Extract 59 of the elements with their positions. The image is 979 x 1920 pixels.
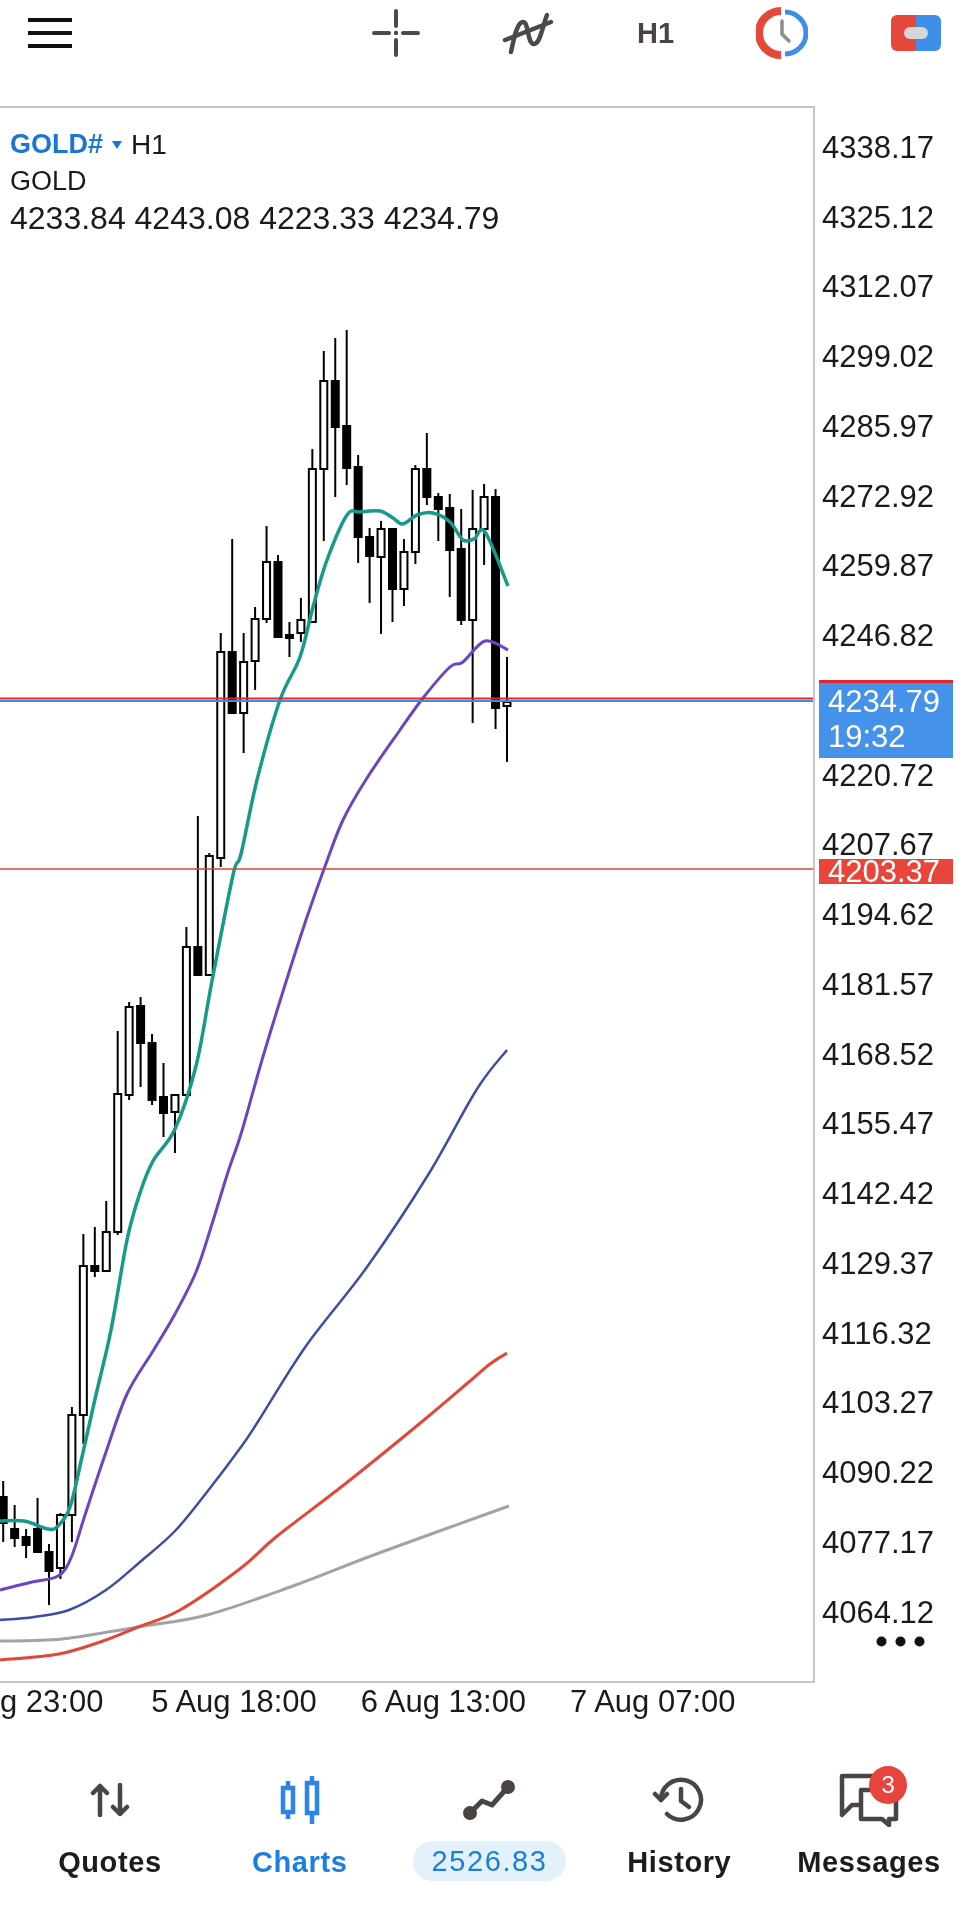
- price-axis-label: 4207.67: [822, 832, 935, 859]
- time-axis-label: 5 Aug 18:00: [151, 1683, 317, 1721]
- candle: [10, 1504, 20, 1548]
- current-price: 4234.79: [828, 684, 941, 719]
- menu-icon: [28, 17, 72, 49]
- more-icon[interactable]: [876, 1636, 925, 1647]
- price-axis-label: 4077.17: [822, 1529, 935, 1556]
- timeframe-button[interactable]: H1: [636, 9, 674, 57]
- price-axis-label: 4220.72: [822, 762, 935, 789]
- notification-badge: 3: [869, 1766, 908, 1804]
- ohlc-values: 4233.84 4243.08 4223.33 4234.79: [10, 200, 500, 237]
- clock-button[interactable]: [756, 9, 809, 57]
- candle: [90, 1226, 100, 1278]
- price-axis-label: 4155.47: [822, 1111, 935, 1138]
- price-axis-label: 4246.82: [822, 623, 935, 650]
- time-axis-label: g 23:00: [0, 1683, 104, 1721]
- bar-countdown: 19:32: [828, 719, 906, 754]
- price-axis-label: 4142.42: [822, 1181, 935, 1208]
- crosshair-icon: [372, 9, 420, 57]
- caret-icon: [112, 140, 122, 149]
- price-axis-label: 4168.52: [822, 1041, 935, 1068]
- symbol-description: GOLD: [10, 165, 87, 198]
- price-axis-label: 4312.07: [822, 274, 935, 301]
- price-axis-label: 4272.92: [822, 483, 935, 510]
- time-axis-label: 6 Aug 13:00: [360, 1683, 527, 1721]
- price-axis-label: 4103.27: [822, 1390, 935, 1417]
- clock-icon: [756, 7, 809, 59]
- chart-area[interactable]: GOLD# H1 GOLD 4233.84 4243.08 4223.33 4234.79: [0, 106, 815, 1683]
- candle: [33, 1497, 43, 1553]
- price-axis-label: 4259.87: [822, 553, 935, 580]
- nav-tab[interactable]: History: [627, 1730, 732, 1882]
- curve-icon: [502, 10, 555, 56]
- level-price-tag: 4203.37: [819, 859, 953, 884]
- nav-tab[interactable]: 2526.83: [413, 1730, 566, 1882]
- price-axis-label: 4181.57: [822, 971, 935, 998]
- price-axis-label: 4116.32: [822, 1320, 932, 1347]
- nav-tab[interactable]: Quotes: [58, 1730, 162, 1882]
- up-down-arrows-icon: [89, 1782, 130, 1818]
- candle: [0, 1480, 8, 1543]
- candle: [21, 1528, 31, 1559]
- candle: [55, 1512, 65, 1580]
- price-axis-label: 4338.17: [822, 134, 935, 161]
- price-axis-label: 4299.02: [822, 344, 935, 371]
- balance-pill: 2526.83: [413, 1841, 566, 1881]
- nav-tab[interactable]: 3 Messages: [797, 1730, 941, 1882]
- symbol-button[interactable]: GOLD#: [10, 126, 122, 163]
- time-axis-label: 7 Aug 07:00: [570, 1683, 736, 1721]
- crosshair-button[interactable]: [372, 9, 420, 57]
- line-chart-icon: [463, 1780, 516, 1820]
- split-square-icon: [890, 15, 941, 51]
- price-axis-label: 4090.22: [822, 1460, 935, 1487]
- price-axis-label: 4325.12: [822, 204, 935, 231]
- candle: [44, 1543, 54, 1606]
- price-axis-label: 4064.12: [822, 1599, 935, 1626]
- price-axis-label: 4194.62: [822, 902, 935, 929]
- nav-tab[interactable]: Charts: [251, 1730, 348, 1882]
- price-axis-label: 4285.97: [822, 413, 935, 440]
- timeframe-label: H1: [131, 128, 167, 162]
- price-axis-label: 4129.37: [822, 1250, 935, 1277]
